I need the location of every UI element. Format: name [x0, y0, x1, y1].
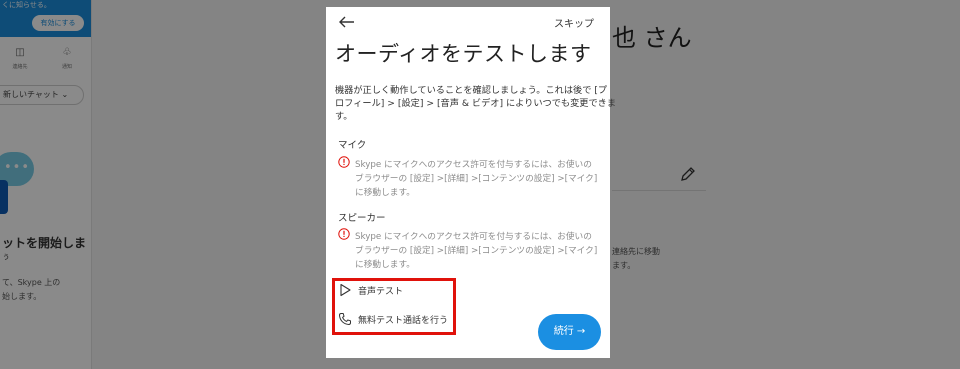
- mic-label: マイク: [338, 140, 367, 151]
- dialog-title: オーディオをテストします: [335, 42, 592, 66]
- speaker-label: スピーカー: [338, 213, 386, 224]
- skip-button[interactable]: スキップ: [554, 15, 594, 30]
- free-test-call-label: 無料テスト通話を行う: [358, 316, 449, 326]
- back-arrow-icon[interactable]: [336, 12, 358, 32]
- dialog-description: 機器が正しく動作していることを確認しましょう。これは後で [プ: [335, 85, 608, 96]
- dialog-description: ロフィール] > [設定] > [音声 & ビデオ] によりいつでも変更できま: [335, 98, 617, 109]
- dialog-description: す。: [335, 111, 353, 122]
- continue-button[interactable]: 続行 →: [538, 314, 601, 350]
- mic-warning-text: に移動します。: [355, 188, 415, 198]
- speaker-warning-text: Skype にマイクへのアクセス許可を付与するには、お使いの: [355, 232, 592, 242]
- audio-test-dialog: スキップ オーディオをテストします 機器が正しく動作していることを確認しましょう…: [326, 7, 616, 358]
- warning-icon: [338, 156, 350, 168]
- speaker-warning-text: に移動します。: [355, 260, 415, 270]
- sound-test-label: 音声テスト: [358, 287, 404, 297]
- speaker-warning-text: ブラウザーの [設定] >[詳細] >[コンテンツの設定] >[マイク]: [355, 246, 598, 256]
- warning-icon: [338, 228, 350, 240]
- mic-warning-text: ブラウザーの [設定] >[詳細] >[コンテンツの設定] >[マイク]: [355, 174, 598, 184]
- mic-warning-text: Skype にマイクへのアクセス許可を付与するには、お使いの: [355, 160, 592, 170]
- phone-icon: [339, 313, 351, 325]
- play-icon: [340, 283, 351, 297]
